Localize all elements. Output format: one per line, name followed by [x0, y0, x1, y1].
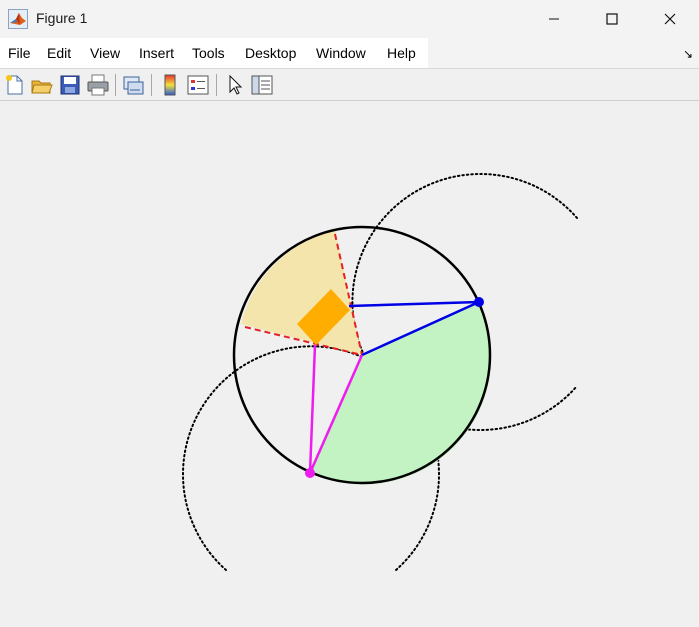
close-icon — [664, 13, 676, 25]
menu-desktop[interactable]: Desktop — [243, 38, 298, 68]
menu-tools[interactable]: Tools — [190, 38, 227, 68]
menu-edit[interactable]: Edit — [45, 38, 73, 68]
property-inspector-icon[interactable] — [250, 73, 274, 97]
toolbar-separator — [216, 74, 217, 96]
print-icon[interactable] — [86, 73, 110, 97]
magenta-point-marker — [305, 468, 315, 478]
close-button[interactable] — [641, 0, 699, 38]
figure-canvas[interactable] — [0, 102, 699, 627]
minimize-button[interactable] — [525, 0, 583, 38]
new-figure-icon[interactable] — [3, 73, 27, 97]
edit-plot-arrow-icon[interactable] — [223, 73, 247, 97]
toolbar-separator — [115, 74, 116, 96]
insert-legend-icon[interactable] — [186, 73, 210, 97]
menubar-empty-area — [428, 38, 699, 68]
maximize-button[interactable] — [583, 0, 641, 38]
matlab-logo-icon — [8, 9, 28, 29]
insert-colorbar-icon[interactable] — [158, 73, 182, 97]
window-title: Figure 1 — [36, 10, 88, 26]
minimize-icon — [549, 18, 559, 20]
magenta-line-left — [308, 344, 317, 474]
open-file-icon[interactable] — [30, 73, 54, 97]
toolbar-separator — [151, 74, 152, 96]
menu-window[interactable]: Window — [314, 38, 368, 68]
title-bar[interactable]: Figure 1 — [0, 0, 699, 38]
tan-sector — [241, 230, 362, 355]
figure-toolbar — [0, 69, 699, 101]
link-plot-icon[interactable] — [121, 73, 145, 97]
menu-file[interactable]: File — [6, 38, 33, 68]
maximize-icon — [606, 13, 618, 25]
menu-view[interactable]: View — [88, 38, 122, 68]
blue-line-top — [348, 300, 480, 308]
save-icon[interactable] — [58, 73, 82, 97]
menu-insert[interactable]: Insert — [137, 38, 176, 68]
blue-point-marker — [474, 297, 484, 307]
menu-bar: File Edit View Insert Tools Desktop Wind… — [0, 38, 699, 69]
menu-help[interactable]: Help — [385, 38, 418, 68]
dock-arrow-icon[interactable]: ↘ — [683, 47, 693, 61]
plot-axes — [182, 173, 578, 571]
